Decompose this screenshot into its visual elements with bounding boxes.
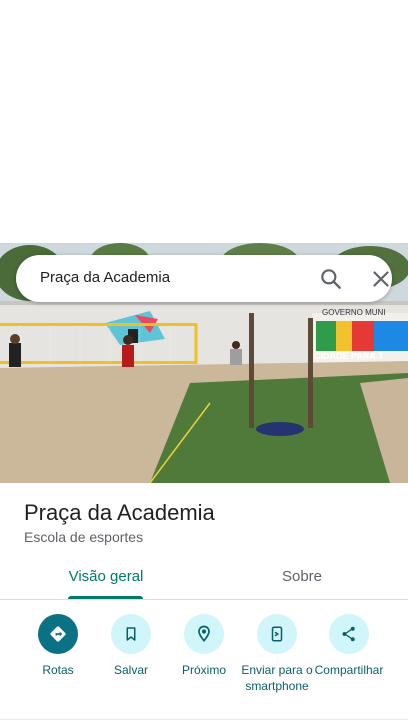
- mural-text-top: GOVERNO MUNI: [322, 308, 386, 317]
- place-title: Praça da Academia: [24, 500, 215, 525]
- share-button[interactable]: Compartilhar: [309, 614, 389, 678]
- search-input[interactable]: Praça da Academia: [40, 269, 170, 286]
- bookmark-icon: [111, 614, 151, 654]
- nearby-icon: [184, 614, 224, 654]
- blank-area: [0, 0, 408, 243]
- send-to-phone-label: Enviar para o smartphone: [241, 663, 313, 693]
- nearby-button[interactable]: Próximo: [164, 614, 244, 678]
- action-row: Rotas Salvar Próximo Enviar para o smart…: [0, 614, 408, 726]
- close-icon[interactable]: [368, 266, 394, 292]
- tab-bar: Visão geral Sobre: [0, 560, 408, 600]
- share-label: Compartilhar: [314, 663, 384, 677]
- divider: [0, 719, 408, 720]
- place-category: Escola de esportes: [24, 529, 144, 545]
- send-to-phone-icon: [257, 614, 297, 654]
- share-icon: [329, 614, 369, 654]
- send-to-phone-button[interactable]: Enviar para o smartphone: [237, 614, 317, 694]
- save-button[interactable]: Salvar: [91, 614, 171, 678]
- search-bar[interactable]: Praça da Academia: [16, 255, 392, 302]
- search-icon[interactable]: [318, 266, 344, 292]
- active-tab-indicator: [68, 596, 143, 599]
- directions-button[interactable]: Rotas: [18, 614, 98, 678]
- tab-overview[interactable]: Visão geral: [24, 568, 188, 585]
- save-label: Salvar: [113, 663, 148, 677]
- directions-label: Rotas: [42, 663, 74, 677]
- tab-about[interactable]: Sobre: [220, 568, 384, 585]
- mural-text-bottom: CIDADE PARA T: [314, 351, 384, 361]
- nearby-label: Próximo: [181, 663, 226, 677]
- directions-icon: [38, 614, 78, 654]
